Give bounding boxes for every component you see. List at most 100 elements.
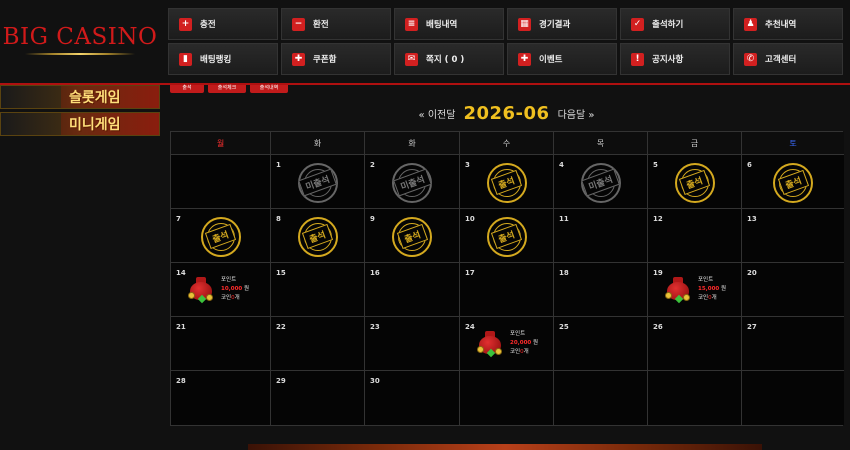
coin-unit: 개 — [523, 348, 529, 355]
menu-item[interactable]: ▮ 배팅랭킹 — [168, 43, 278, 75]
reward-amount: 15,000 — [698, 285, 720, 292]
weekday-label: 금 — [648, 132, 742, 155]
attendance-tab[interactable]: 출석내역 — [250, 85, 288, 93]
attendance-tab[interactable]: 출석체크 — [208, 85, 246, 93]
attendance-calendar: 월 화 화 수 목 금 토 1 미출석 2 미출석 3 출석 4 미출석 5 출석 6 출석 7 출석 8 출석 9 출석 10 출… — [170, 131, 844, 426]
day-number: 5 — [653, 161, 658, 169]
calendar-day: 21 — [171, 317, 271, 371]
banner-image — [1, 113, 61, 135]
top-menu: + 충전 − 환전 ≡ 배팅내역 ▦ 경기결과 ✓ 출석하기 ♟ 추천내역 ▮ 배팅랭킹 ✚ 쿠폰함 ✉ 쪽지 (… — [168, 8, 848, 78]
calendar-day: 11 — [554, 209, 648, 263]
menu-item-label: 출석하기 — [652, 20, 684, 30]
calendar-day: 10 출석 — [460, 209, 554, 263]
day-number: 2 — [370, 161, 375, 169]
day-number: 10 — [465, 215, 475, 223]
calendar-day: 18 — [554, 263, 648, 317]
reward-bag-icon — [664, 275, 692, 304]
menu-item[interactable]: ✆ 고객센터 — [733, 43, 843, 75]
calendar-week: 1 미출석 2 미출석 3 출석 4 미출석 5 출석 6 출석 — [171, 155, 844, 209]
coin-label: 코인 — [221, 294, 232, 301]
event-gift-icon: ✚ — [518, 52, 531, 66]
reward-info: 포인트 10,000 원 코인0개 — [187, 275, 249, 304]
menu-item-label: 배팅랭킹 — [200, 55, 232, 65]
menu-item[interactable]: − 환전 — [281, 8, 391, 40]
menu-item-label: 고객센터 — [765, 55, 797, 65]
day-number: 9 — [370, 215, 375, 223]
calendar-day: 15 — [271, 263, 365, 317]
attendance-stamp: 출석 — [486, 216, 527, 257]
day-number: 28 — [176, 377, 186, 385]
coin-unit: 개 — [711, 294, 717, 301]
calendar-empty-cell — [460, 371, 554, 425]
menu-item[interactable]: ✉ 쪽지 ( 0 ) — [394, 43, 504, 75]
reward-text: 포인트 15,000 원 코인0개 — [698, 276, 726, 303]
reward-info: 포인트 20,000 원 코인0개 — [476, 329, 539, 358]
day-number: 23 — [370, 323, 380, 331]
calendar-day: 12 — [648, 209, 742, 263]
calendar-day: 4 미출석 — [554, 155, 648, 209]
menu-item-label: 추천내역 — [765, 20, 797, 30]
menu-item[interactable]: ✓ 출석하기 — [620, 8, 730, 40]
day-number: 12 — [653, 215, 663, 223]
attendance-stamp: 출석 — [392, 216, 432, 257]
calendar-empty-cell — [648, 371, 742, 425]
list-icon: ≡ — [405, 17, 418, 31]
weekday-label: 수 — [460, 132, 554, 155]
next-month-link[interactable]: 다음달 » — [558, 106, 595, 121]
absence-stamp: 미출석 — [392, 162, 432, 203]
plus-icon: + — [179, 17, 192, 31]
calendar-day: 19 포인트 15,000 원 코인0개 — [648, 263, 742, 317]
coin-label: 코인 — [698, 294, 709, 301]
calendar-empty-cell — [742, 371, 844, 425]
phone-icon: ✆ — [744, 52, 757, 66]
notice-icon: ! — [631, 52, 644, 66]
page-root: BIG CASINO + 충전 − 환전 ≡ 배팅내역 ▦ 경기결과 ✓ 출석하기 ♟ 추천내역 ▮ 배팅… — [0, 0, 850, 450]
ranking-icon: ▮ — [179, 52, 192, 66]
calendar-day: 1 미출석 — [271, 155, 365, 209]
menu-item-label: 공지사항 — [652, 55, 684, 65]
calendar-day: 14 포인트 10,000 원 코인0개 — [171, 263, 271, 317]
day-number: 27 — [747, 323, 757, 331]
coin-unit: 개 — [234, 294, 240, 301]
menu-item-label: 이벤트 — [539, 55, 563, 65]
prev-month-link[interactable]: « 이전달 — [419, 106, 456, 121]
menu-item[interactable]: ♟ 추천내역 — [733, 8, 843, 40]
menu-item[interactable]: + 충전 — [168, 8, 278, 40]
banner-image — [1, 86, 61, 108]
calendar-empty-cell — [171, 155, 271, 209]
attendance-tab[interactable]: 출석 — [170, 85, 204, 93]
menu-item-label: 환전 — [313, 20, 329, 30]
menu-item[interactable]: ✚ 쿠폰함 — [281, 43, 391, 75]
day-number: 11 — [559, 215, 569, 223]
day-number: 24 — [465, 323, 475, 331]
reward-info: 포인트 15,000 원 코인0개 — [664, 275, 726, 304]
calendar-week: 7 출석 8 출석 9 출석 10 출석 11 12 13 — [171, 209, 844, 263]
logo-underline — [25, 52, 135, 55]
game-banner[interactable]: 미니게임 — [0, 112, 160, 136]
reward-unit: 원 — [532, 339, 539, 346]
menu-item[interactable]: ≡ 배팅내역 — [394, 8, 504, 40]
month-navigation: « 이전달 2026-06 다음달 » — [170, 98, 843, 128]
day-number: 29 — [276, 377, 286, 385]
calendar-empty-cell — [554, 371, 648, 425]
menu-item[interactable]: ▦ 경기결과 — [507, 8, 617, 40]
weekday-label: 토 — [742, 132, 844, 155]
calendar-day: 30 — [365, 371, 460, 425]
day-number: 20 — [747, 269, 757, 277]
game-banner-list: 슬롯게임미니게임 — [0, 85, 160, 139]
menu-item[interactable]: ✚ 이벤트 — [507, 43, 617, 75]
calendar-day: 2 미출석 — [365, 155, 460, 209]
menu-item[interactable]: ! 공지사항 — [620, 43, 730, 75]
calendar-week: 28 29 30 — [171, 371, 844, 425]
menu-item-label: 쿠폰함 — [313, 55, 337, 65]
calendar-day: 17 — [460, 263, 554, 317]
game-banner[interactable]: 슬롯게임 — [0, 85, 160, 109]
calendar-day: 8 출석 — [271, 209, 365, 263]
site-logo[interactable]: BIG CASINO — [0, 0, 160, 78]
reward-amount: 10,000 — [221, 285, 243, 292]
coin-label: 코인 — [510, 348, 521, 355]
banner-label: 미니게임 — [69, 117, 121, 133]
menu-item-label: 충전 — [200, 20, 216, 30]
weekday-label: 화 — [365, 132, 460, 155]
calendar-day: 27 — [742, 317, 844, 371]
